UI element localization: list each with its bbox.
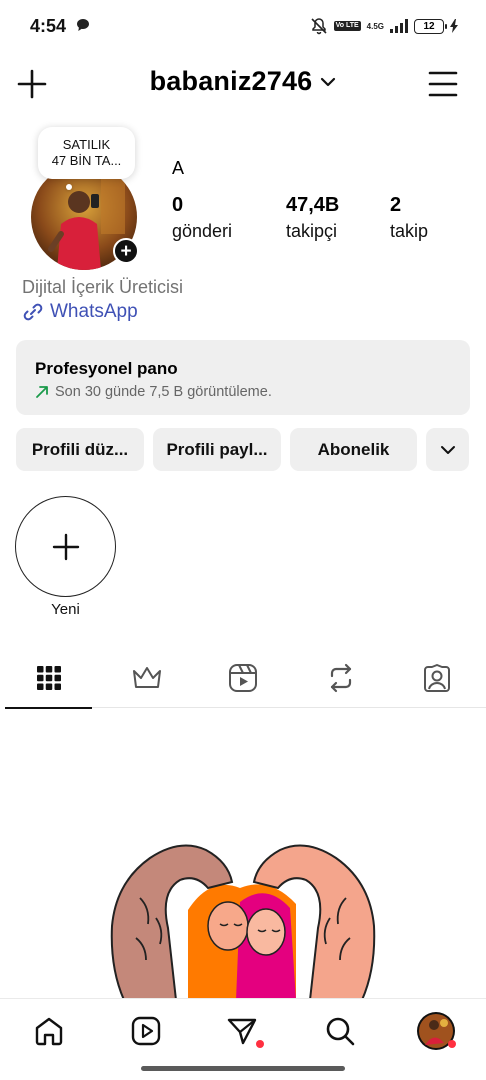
followers-count: 47,4B	[286, 194, 340, 216]
following-count: 2	[390, 194, 402, 216]
posts-label: gönderi	[172, 221, 233, 241]
tab-grid[interactable]	[5, 648, 92, 709]
home-indicator[interactable]	[141, 1066, 345, 1071]
tab-reels[interactable]	[199, 648, 286, 708]
reels-icon	[131, 1016, 161, 1046]
profile-note[interactable]: SATILIK 47 BİN TA...	[38, 127, 135, 179]
note-line-2: 47 BİN TA...	[51, 153, 122, 168]
hamburger-menu-icon[interactable]	[428, 70, 458, 98]
new-highlight-label: Yeni	[51, 601, 80, 618]
profile-avatar[interactable]: +	[31, 164, 141, 270]
note-bubble-tail	[66, 184, 72, 190]
send-icon	[227, 1018, 257, 1045]
nav-search[interactable]	[320, 1011, 360, 1051]
profile-tabs	[5, 648, 486, 709]
nav-reels[interactable]	[126, 1011, 166, 1051]
subscription-button[interactable]: Abonelik	[290, 428, 417, 471]
direct-notification-dot	[256, 1040, 264, 1048]
profile-category: Dijital İçerik Üreticisi	[22, 277, 184, 297]
home-icon	[35, 1017, 63, 1046]
volte-badge: Vo LTE	[333, 21, 361, 31]
nav-direct[interactable]	[222, 1011, 264, 1051]
chevron-down-icon	[440, 445, 455, 454]
display-name: A	[172, 158, 185, 178]
crown-icon	[132, 667, 161, 688]
link-label: WhatsApp	[50, 301, 138, 322]
dashboard-subtitle-row: Son 30 günde 7,5 B görüntüleme.	[35, 384, 272, 400]
username: babaniz2746	[149, 66, 313, 96]
professional-dashboard[interactable]: Profesyonel pano Son 30 günde 7,5 B görü…	[16, 340, 470, 415]
link-icon	[23, 303, 43, 321]
dashboard-title: Profesyonel pano	[35, 359, 178, 378]
tab-subscriptions[interactable]	[103, 648, 190, 708]
followers-stat[interactable]: 47,4B takipçi	[286, 194, 339, 242]
profile-notification-dot	[448, 1040, 456, 1048]
battery-level: 12	[423, 20, 435, 32]
nav-home[interactable]	[29, 1011, 69, 1051]
charging-icon	[450, 19, 458, 33]
empty-state-illustration	[110, 838, 376, 1000]
posts-count: 0	[172, 194, 184, 216]
nav-profile[interactable]	[416, 1011, 456, 1051]
grid-icon	[36, 666, 61, 690]
account-switcher[interactable]: babaniz2746	[0, 66, 486, 97]
plus-icon	[52, 533, 79, 560]
new-highlight-button[interactable]	[15, 496, 116, 597]
following-label: takip	[390, 221, 429, 241]
network-type: 4.5G	[366, 21, 384, 31]
signal-icon	[390, 19, 408, 33]
reels-icon	[228, 664, 257, 692]
trend-up-arrow-icon	[36, 386, 48, 398]
repost-icon	[330, 663, 351, 693]
edit-profile-button[interactable]: Profili düz...	[16, 428, 144, 471]
bottom-navigation	[0, 998, 486, 1066]
search-icon	[326, 1017, 355, 1046]
chevron-down-icon	[321, 77, 336, 86]
top-bar: babaniz2746	[0, 58, 486, 108]
active-tab-indicator	[5, 707, 92, 709]
mute-bell-icon	[311, 18, 327, 35]
status-indicators: Vo LTE 4.5G 12	[310, 15, 458, 37]
suggested-people-button[interactable]	[426, 428, 469, 471]
share-profile-button[interactable]: Profili payl...	[153, 428, 281, 471]
followers-label: takipçi	[286, 221, 338, 241]
status-bar: 4:54 Vo LTE 4.5G 12	[0, 0, 486, 52]
message-notification-icon	[77, 19, 89, 31]
dashboard-subtitle: Son 30 günde 7,5 B görüntüleme.	[55, 384, 272, 400]
tab-reposts[interactable]	[297, 648, 384, 708]
following-stat[interactable]: 2 takip	[390, 194, 428, 242]
note-line-1: SATILIK	[62, 137, 111, 152]
status-time: 4:54	[30, 16, 67, 36]
tab-tagged[interactable]	[393, 648, 480, 708]
tagged-icon	[423, 664, 450, 692]
profile-link[interactable]: WhatsApp	[22, 301, 138, 323]
battery-icon: 12	[414, 18, 447, 34]
posts-stat[interactable]: 0 gönderi	[172, 194, 232, 242]
add-story-plus-icon[interactable]: +	[113, 238, 139, 264]
